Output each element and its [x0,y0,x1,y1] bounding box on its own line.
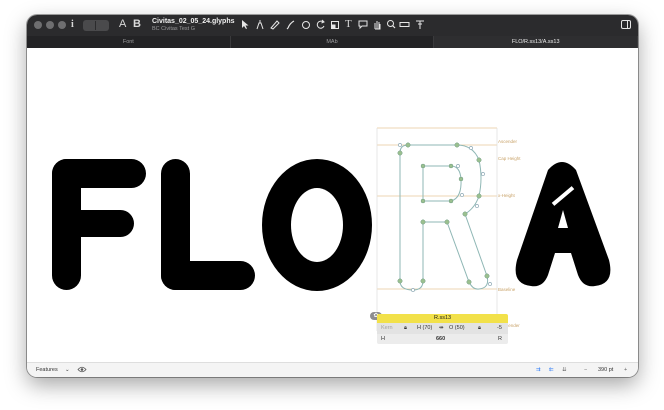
select-icon[interactable] [241,19,250,30]
glyph-l[interactable] [161,159,255,290]
glyph-info-panel: R.ss13 Kern 🔒︎ H (70) ⇹ O (50) 🔒︎ -5 H 6… [377,314,508,344]
zoom-in-button[interactable]: + [624,367,627,373]
width-field[interactable]: 660 [436,334,445,345]
r-outer-contour [399,144,489,291]
measure-icon[interactable] [399,19,410,30]
text-tool-icon[interactable]: A [119,18,126,30]
kern-label: Kern [381,325,393,331]
glyphs-window: i A B Civitas_02_05_24.glyphs BC Civitas… [27,15,638,377]
right-kern-field[interactable]: -5 [497,323,502,334]
hand-icon[interactable] [372,19,382,30]
document-subtitle: BC Civitas Test G [152,26,195,32]
tab-font[interactable]: Font [27,36,231,48]
glyph-o[interactable] [262,159,372,291]
tab-bar: Font MAb FLO/R.ss13/A.ss13 [27,36,638,48]
annotate-icon[interactable] [358,19,368,30]
tab-mab[interactable]: MAb [231,36,435,48]
cap-height-label: Cap Height [498,156,521,161]
lock-icon-right[interactable]: 🔒︎ [478,323,481,334]
type-icon[interactable] [415,19,425,30]
lock-icon[interactable]: 🔒︎ [404,323,407,334]
text-direction-rtl-icon[interactable]: ⇇ [549,367,554,373]
zoom-out-button[interactable]: − [584,367,587,373]
glyph-f[interactable] [52,159,146,290]
x-height-label: x-Height [498,193,515,198]
zoom-icon[interactable] [386,19,396,30]
document-title: Civitas_02_05_24.glyphs [152,18,235,25]
bottom-bar: Features ⌄ ⇉ ⇇ ⇊ − 390 pt + [27,362,638,377]
chevron-down-icon[interactable]: ⌄ [65,367,70,373]
text-direction-ltr-icon[interactable]: ⇉ [536,367,541,373]
width-row: H 660 R [377,333,508,345]
right-group-field[interactable]: R [498,334,502,345]
glyph-canvas [52,127,611,331]
features-menu[interactable]: Features [36,367,58,373]
vertical-text-icon[interactable]: ⇊ [562,367,567,373]
text-icon[interactable]: T [345,18,352,30]
ascender-label: Ascender [498,139,518,144]
baseline-label: Baseline [498,287,516,292]
pen-icon[interactable] [255,19,264,30]
scale-icon[interactable] [330,19,340,30]
left-sidebearing-field[interactable]: H (70) [417,323,432,334]
draw-icon[interactable] [301,19,311,30]
link-icon[interactable]: ⇹ [439,323,444,334]
brush-icon[interactable] [286,19,296,30]
bold-icon[interactable]: B [133,18,141,30]
tab-flora[interactable]: FLO/R.ss13/A.ss13 [434,36,638,48]
right-sidebearing-field[interactable]: O (50) [449,323,465,334]
kerning-row: Kern 🔒︎ H (70) ⇹ O (50) 🔒︎ -5 [377,323,508,334]
eye-icon[interactable] [77,366,87,375]
view-mode-toggle[interactable] [83,20,109,31]
title-bar: i A B Civitas_02_05_24.glyphs BC Civitas… [27,15,638,36]
zoom-level[interactable]: 390 pt [598,367,613,373]
left-group-field[interactable]: H [381,334,385,345]
close-window-button[interactable] [34,21,42,29]
pencil-icon[interactable] [270,19,280,30]
minimize-window-button[interactable] [46,21,54,29]
glyph-a[interactable] [515,162,611,287]
rotate-icon[interactable] [316,19,326,30]
glyph-name[interactable]: R.ss13 [377,314,508,323]
sidebar-toggle-icon[interactable] [621,19,631,30]
r-nodes [397,142,490,285]
edit-canvas[interactable]: Ascender Cap Height x-Height Baseline De… [27,48,638,362]
info-icon[interactable]: i [71,19,74,31]
zoom-window-button[interactable] [58,21,66,29]
glyph-r-outline[interactable] [397,142,492,292]
